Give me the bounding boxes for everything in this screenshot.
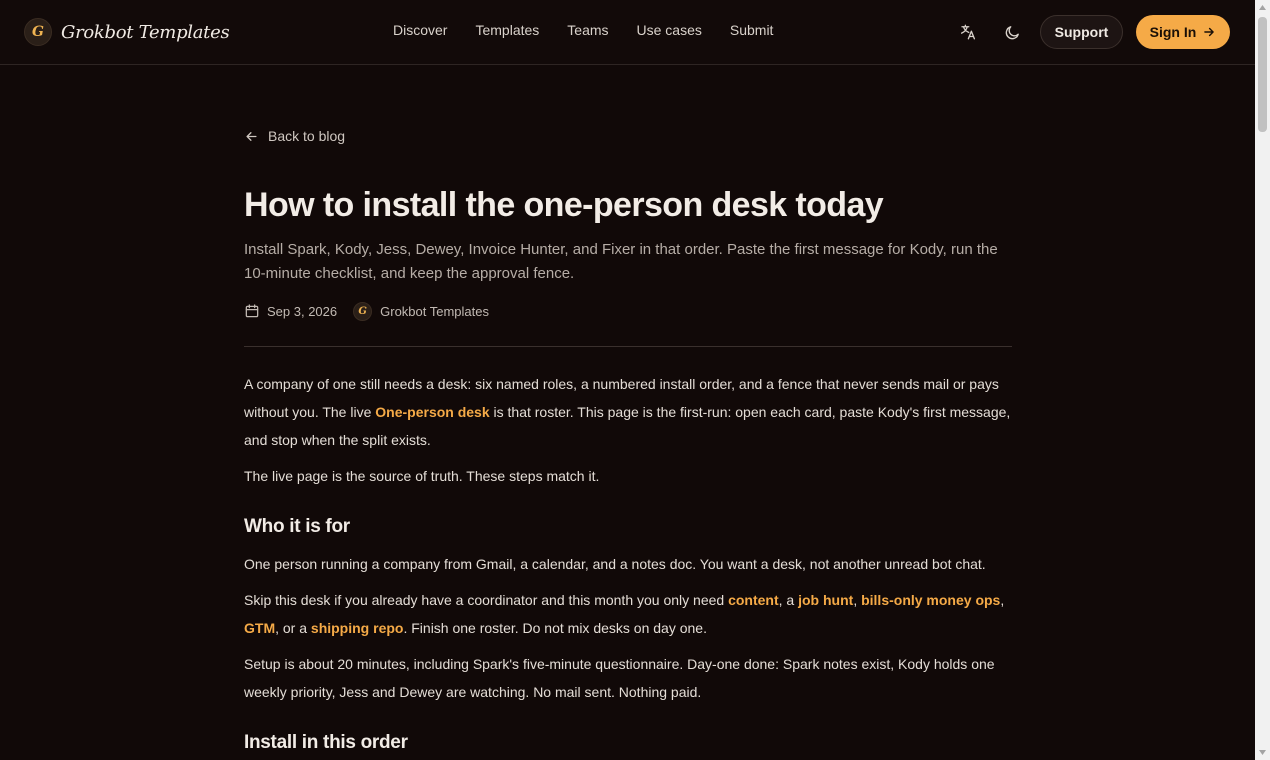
author-name: Grokbot Templates	[380, 303, 489, 319]
source-of-truth-paragraph: The live page is the source of truth. Th…	[244, 468, 600, 484]
author-avatar: G	[353, 301, 373, 321]
arrow-left-icon	[246, 131, 257, 141]
one-person-desk-link[interactable]: One-person desk	[375, 404, 489, 420]
text-run: , or a	[275, 620, 311, 636]
page-scrollbar[interactable]	[1255, 0, 1270, 760]
scroll-down-arrow[interactable]	[1255, 745, 1270, 760]
scroll-up-arrow[interactable]	[1255, 0, 1270, 15]
job-hunt-link[interactable]: job hunt	[798, 592, 853, 608]
author: G Grokbot Templates	[353, 301, 489, 321]
intro-paragraph: A company of one still needs a desk: six…	[244, 370, 1012, 454]
theme-toggle-button[interactable]	[1000, 20, 1024, 44]
nav-submit[interactable]: Submit	[730, 22, 774, 38]
support-button[interactable]: Support	[1040, 15, 1123, 49]
section-heading-install: Install in this order	[244, 732, 408, 753]
shipping-repo-link[interactable]: shipping repo	[311, 620, 404, 636]
nav-teams[interactable]: Teams	[567, 22, 608, 38]
support-button-label: Support	[1054, 24, 1109, 40]
brand-logo: G	[24, 18, 52, 46]
text-run: . Finish one roster. Do not mix desks on…	[403, 620, 707, 636]
triangle-up-icon	[1259, 5, 1266, 10]
back-to-blog-label: Back to blog	[268, 128, 346, 144]
calendar-icon	[245, 304, 259, 318]
article-meta: Sep 3, 2026 G Grokbot Templates	[244, 301, 489, 321]
brand-link[interactable]: G Grokbot Templates	[24, 17, 230, 47]
main-nav: Discover Templates Teams Use cases Submi…	[393, 22, 773, 38]
nav-discover[interactable]: Discover	[393, 22, 447, 38]
text-run: ,	[1000, 592, 1005, 608]
nav-use-cases[interactable]: Use cases	[637, 22, 702, 38]
article-title: How to install the one-person desk today	[244, 186, 884, 224]
page-viewport: G Grokbot Templates Discover Templates T…	[0, 0, 1255, 760]
triangle-down-icon	[1259, 750, 1266, 755]
back-to-blog-link[interactable]: Back to blog	[244, 128, 345, 144]
top-navigation-bar: G Grokbot Templates Discover Templates T…	[0, 0, 1255, 65]
language-button[interactable]	[956, 20, 980, 44]
sign-in-button[interactable]: Sign In	[1136, 15, 1230, 49]
section-heading-who: Who it is for	[244, 516, 350, 537]
publish-date: Sep 3, 2026	[244, 303, 337, 319]
bills-only-money-ops-link[interactable]: bills-only money ops	[861, 592, 1000, 608]
audience-paragraph: One person running a company from Gmail,…	[244, 556, 986, 572]
publish-date-text: Sep 3, 2026	[267, 303, 338, 319]
setup-paragraph: Setup is about 20 minutes, including Spa…	[244, 656, 995, 700]
article-subtitle: Install Spark, Kody, Jess, Dewey, Invoic…	[244, 241, 998, 282]
gtm-link[interactable]: GTM	[244, 620, 275, 636]
meta-divider	[244, 346, 1012, 347]
sign-in-button-label: Sign In	[1149, 24, 1197, 40]
content-link[interactable]: content	[728, 592, 779, 608]
text-run: ,	[853, 592, 862, 608]
scrollbar-thumb[interactable]	[1258, 17, 1267, 132]
brand-name: Grokbot Templates	[61, 21, 230, 43]
arrow-right-icon	[1204, 27, 1215, 37]
text-run: Skip this desk if you already have a coo…	[244, 592, 729, 608]
skip-paragraph: Skip this desk if you already have a coo…	[244, 586, 1012, 642]
moon-icon	[1005, 25, 1019, 39]
text-run: , a	[778, 592, 799, 608]
nav-templates[interactable]: Templates	[475, 22, 539, 38]
translate-icon	[960, 24, 976, 40]
